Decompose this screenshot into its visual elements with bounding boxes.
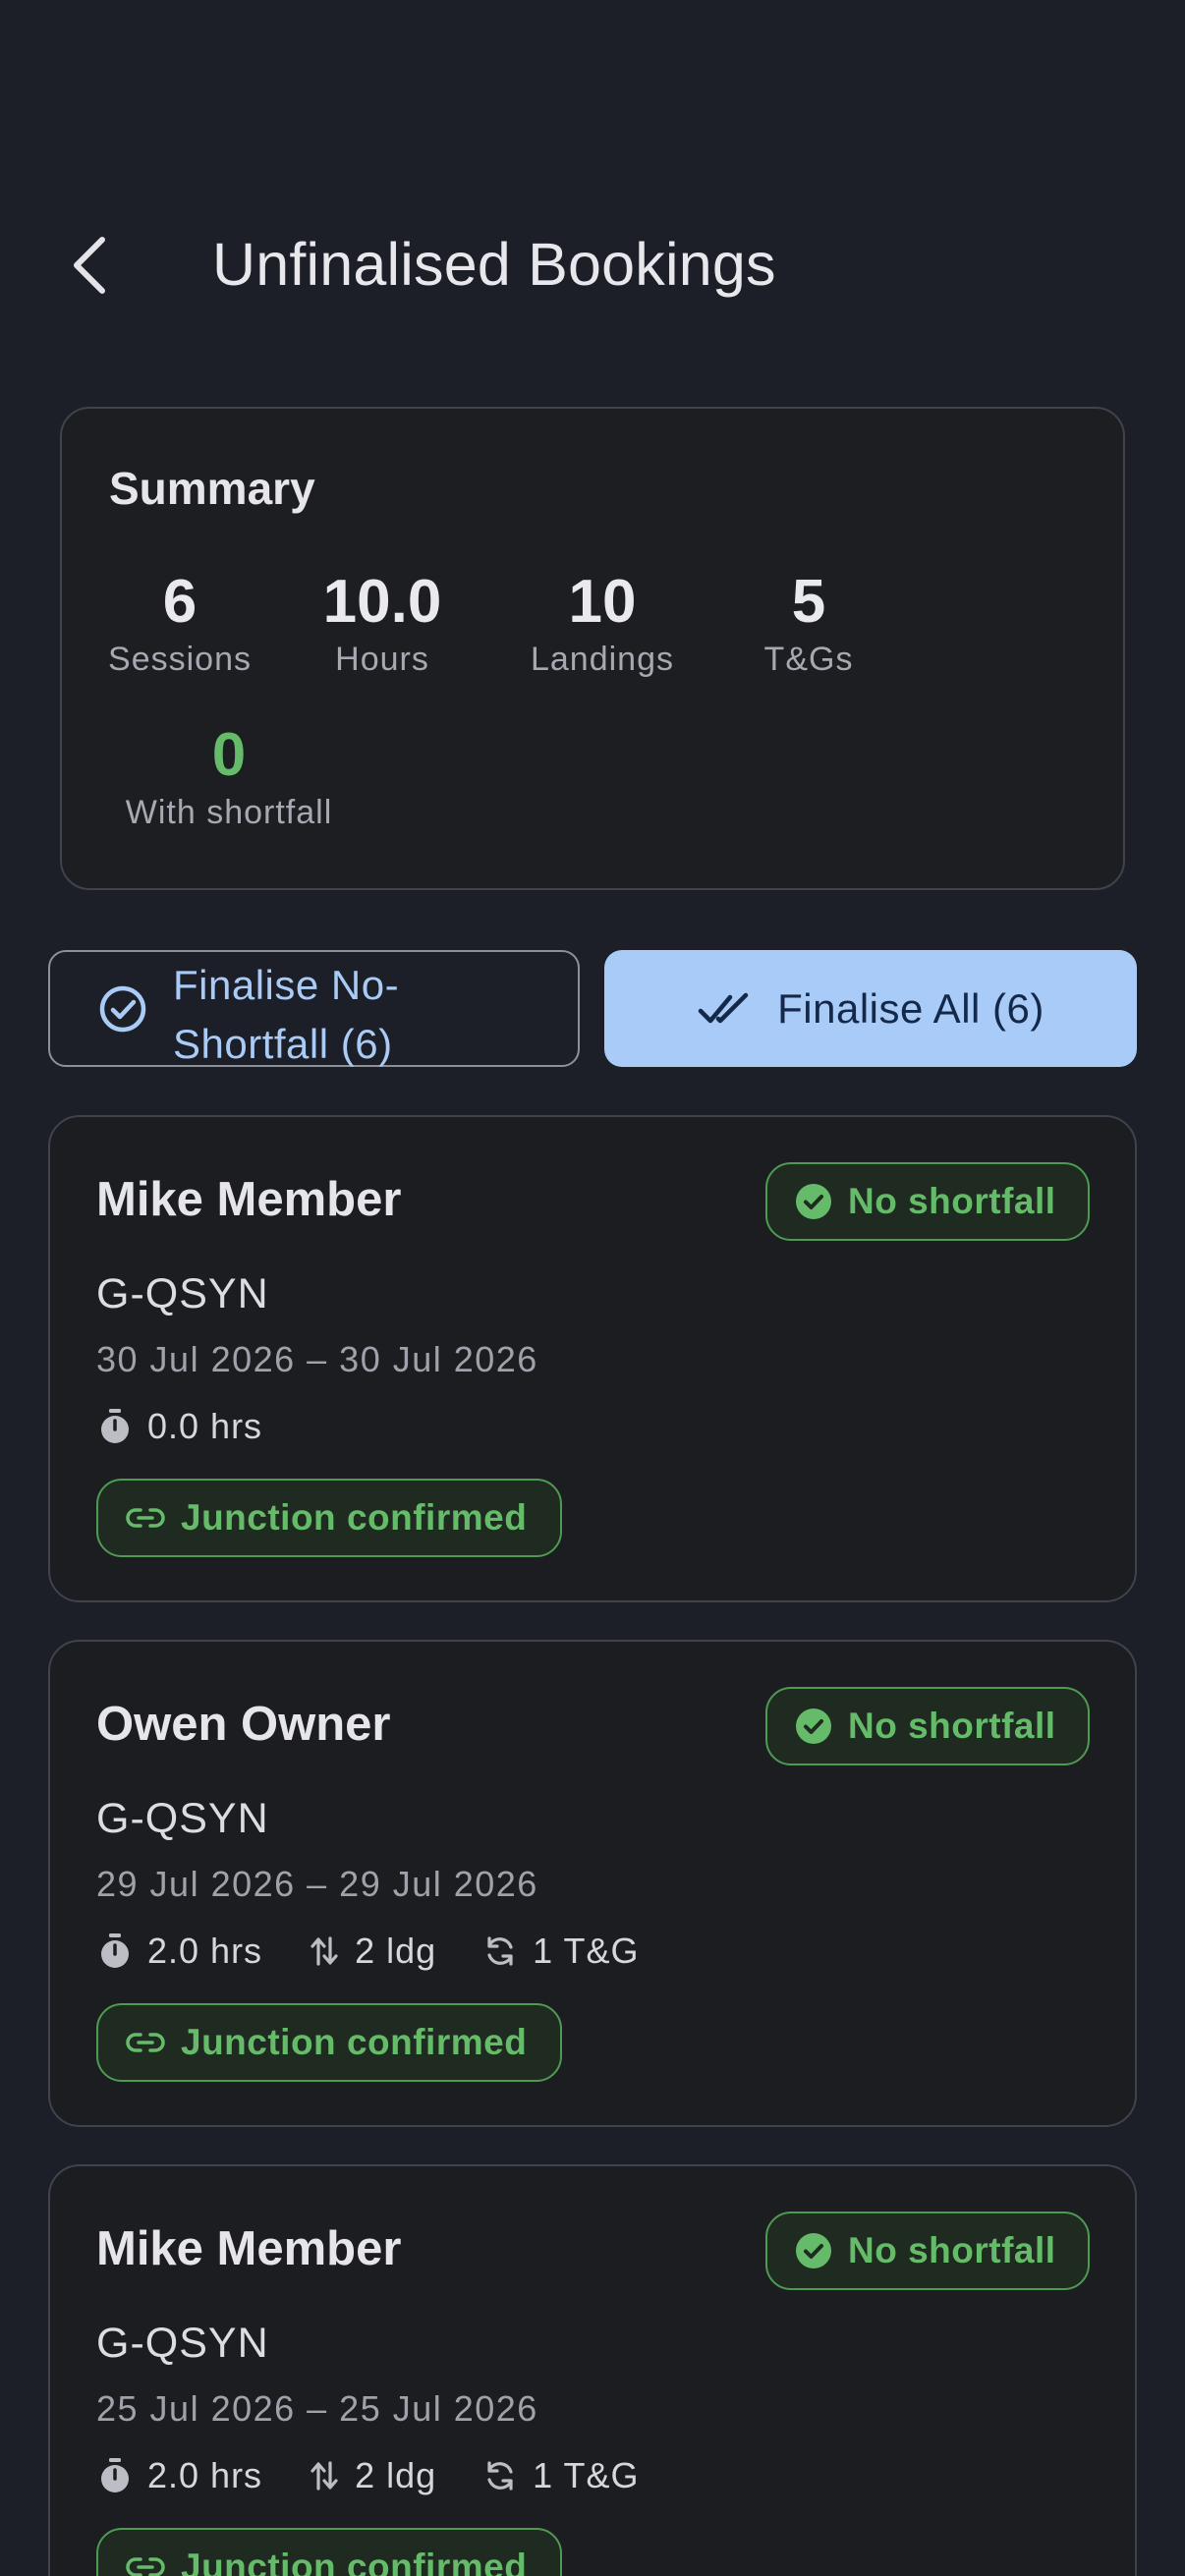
stat-tgs: 5 T&Gs (745, 568, 873, 680)
member-name: Mike Member (96, 2222, 402, 2275)
junction-badge: Junction confirmed (96, 2003, 562, 2082)
booking-card[interactable]: Mike Member No shortfall G-QSYN 30 Jul 2… (48, 1115, 1137, 1602)
landings-value: 2 ldg (355, 2455, 437, 2495)
stat-label: With shortfall (125, 794, 333, 831)
link-icon (126, 1508, 165, 1528)
stat-with-shortfall: 0 With shortfall (101, 721, 357, 833)
aircraft-registration: G-QSYN (96, 1270, 269, 1317)
back-button[interactable] (49, 226, 128, 305)
check-circle-icon (796, 1708, 831, 1744)
loop-icon (481, 2457, 519, 2494)
swap-vert-icon (308, 1932, 341, 1970)
junction-label: Junction confirmed (181, 2022, 528, 2062)
screen: Unfinalised Bookings Summary 6 Sessions … (0, 0, 1185, 2576)
timer-icon (96, 1407, 134, 1446)
aircraft-registration: G-QSYN (96, 1795, 269, 1842)
booking-dates: 29 Jul 2026 – 29 Jul 2026 (96, 1864, 538, 1904)
finalise-all-label: Finalise All (6) (777, 984, 1044, 1032)
landings-value: 2 ldg (355, 1931, 437, 1971)
timer-icon (96, 2456, 134, 2495)
booking-card[interactable]: Owen Owner No shortfall G-QSYN 29 Jul 20… (48, 1640, 1137, 2127)
junction-badge: Junction confirmed (96, 1479, 562, 1557)
link-icon (126, 2033, 165, 2052)
check-circle-icon (796, 1184, 831, 1219)
tg-value: 1 T&G (533, 1931, 640, 1971)
junction-label: Junction confirmed (181, 2547, 528, 2576)
hours-stat: 2.0 hrs (96, 1931, 262, 1972)
booking-stats: 2.0 hrs 2 ldg 1 T&G (96, 2451, 685, 2500)
stat-label: Hours (335, 641, 429, 678)
timer-icon (96, 1932, 134, 1971)
booking-stats: 0.0 hrs (96, 1402, 308, 1451)
stat-value: 5 (791, 568, 826, 636)
stat-label: Sessions (108, 641, 252, 678)
swap-vert-icon (308, 2457, 341, 2494)
status-label: No shortfall (848, 2230, 1056, 2270)
check-circle-outline-icon (97, 983, 148, 1039)
landings-stat: 2 ldg (308, 2455, 436, 2496)
junction-label: Junction confirmed (181, 1497, 528, 1538)
hours-value: 0.0 hrs (147, 1406, 263, 1446)
status-badge: No shortfall (765, 2212, 1090, 2290)
stat-label: T&Gs (763, 641, 854, 678)
summary-title: Summary (109, 463, 315, 514)
tg-stat: 1 T&G (481, 2455, 639, 2496)
stat-sessions: 6 Sessions (101, 568, 258, 680)
summary-card: Summary 6 Sessions 10.0 Hours 10 Landing… (60, 407, 1125, 890)
junction-badge: Junction confirmed (96, 2528, 562, 2576)
stat-value: 10.0 (322, 568, 442, 636)
status-badge: No shortfall (765, 1687, 1090, 1765)
aircraft-registration: G-QSYN (96, 2320, 269, 2367)
loop-icon (481, 1932, 519, 1970)
stat-value: 0 (211, 721, 247, 789)
page-title: Unfinalised Bookings (212, 231, 776, 298)
hours-value: 2.0 hrs (147, 2455, 263, 2495)
member-name: Owen Owner (96, 1698, 391, 1751)
stat-hours: 10.0 Hours (304, 568, 461, 680)
chevron-left-icon (74, 237, 105, 294)
booking-stats: 2.0 hrs 2 ldg 1 T&G (96, 1927, 685, 1976)
check-circle-icon (796, 2233, 831, 2268)
stat-value: 6 (162, 568, 198, 636)
tg-value: 1 T&G (533, 2455, 640, 2495)
status-label: No shortfall (848, 1181, 1056, 1221)
hours-value: 2.0 hrs (147, 1931, 263, 1971)
finalise-all-button[interactable]: Finalise All (6) (604, 950, 1137, 1067)
hours-stat: 0.0 hrs (96, 1406, 262, 1447)
link-icon (126, 2557, 165, 2576)
booking-dates: 30 Jul 2026 – 30 Jul 2026 (96, 1339, 538, 1379)
tg-stat: 1 T&G (481, 1931, 639, 1972)
booking-dates: 25 Jul 2026 – 25 Jul 2026 (96, 2388, 538, 2429)
landings-stat: 2 ldg (308, 1931, 436, 1972)
booking-card[interactable]: Mike Member No shortfall G-QSYN 25 Jul 2… (48, 2164, 1137, 2576)
member-name: Mike Member (96, 1173, 402, 1226)
hours-stat: 2.0 hrs (96, 2455, 262, 2496)
status-badge: No shortfall (765, 1162, 1090, 1241)
done-all-icon (697, 989, 752, 1029)
app-bar: Unfinalised Bookings (0, 196, 1185, 334)
stat-value: 10 (568, 568, 637, 636)
status-label: No shortfall (848, 1706, 1056, 1746)
stat-landings: 10 Landings (509, 568, 696, 680)
stat-label: Landings (530, 641, 674, 678)
finalise-no-shortfall-button[interactable]: Finalise No-Shortfall (6) (48, 950, 580, 1067)
finalise-no-shortfall-label: Finalise No-Shortfall (6) (173, 962, 400, 1067)
